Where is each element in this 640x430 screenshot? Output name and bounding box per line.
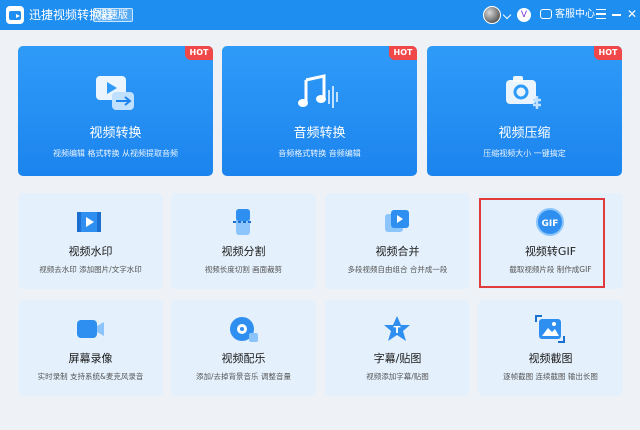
tool-card-subtitle-sticker[interactable]: T 字幕/贴图 视频添加字幕/贴图 — [325, 300, 470, 396]
tool-subtitle: 视频长度切割 画面裁剪 — [204, 265, 283, 274]
tool-subtitle: 逐帧截图 连续截图 输出长图 — [503, 372, 598, 381]
video-watermark-icon — [77, 212, 101, 232]
video-screenshot-icon — [535, 315, 565, 343]
video-convert-icon — [96, 76, 134, 110]
chat-bubble-icon[interactable] — [540, 9, 552, 19]
subtitle-sticker-icon: T — [384, 316, 410, 341]
tool-title: 视频分割 — [221, 245, 266, 258]
minimize-icon[interactable] — [612, 14, 621, 16]
tool-card-video-screenshot[interactable]: 视频截图 逐帧截图 连续截图 输出长图 — [478, 300, 623, 396]
app-logo-icon — [6, 6, 24, 24]
video-split-icon — [233, 209, 253, 235]
svg-text:T: T — [394, 325, 401, 336]
tool-card-video-watermark[interactable]: 视频水印 视频去水印 添加图片/文字水印 — [18, 193, 163, 289]
feature-title: 视频压缩 — [498, 126, 551, 141]
feature-title: 视频转换 — [89, 126, 142, 141]
highlight-box — [479, 198, 605, 288]
hot-badge: HOT — [185, 46, 213, 60]
tool-card-video-split[interactable]: 视频分割 视频长度切割 画面裁剪 — [171, 193, 316, 289]
tool-title: 视频水印 — [68, 245, 113, 258]
tool-title: 视频截图 — [528, 352, 573, 365]
feature-title: 音频转换 — [293, 126, 346, 141]
tool-subtitle: 视频去水印 添加图片/文字水印 — [39, 265, 142, 274]
tool-title: 视频配乐 — [221, 352, 266, 365]
tool-subtitle: 视频添加字幕/贴图 — [366, 372, 429, 381]
hot-badge: HOT — [594, 46, 622, 60]
edition-badge: 极速版 — [93, 8, 133, 22]
feature-card-audio-convert[interactable]: HOT 音频转换 音频格式转换 音频编辑 — [222, 46, 417, 176]
tool-card-screen-record[interactable]: 屏幕录像 实时录制 支持系统&麦克风录音 — [18, 300, 163, 396]
menu-icon[interactable] — [596, 9, 606, 19]
camera-compress-icon — [506, 76, 541, 109]
music-note-icon — [298, 74, 338, 108]
feature-card-video-convert[interactable]: HOT 视频转换 视频编辑 格式转换 从视频提取音频 — [18, 46, 213, 176]
feature-subtitle: 视频编辑 格式转换 从视频提取音频 — [52, 149, 179, 158]
avatar[interactable] — [483, 6, 501, 24]
service-center-button[interactable]: 客服中心 — [555, 8, 595, 22]
screen-record-icon — [77, 320, 104, 338]
tool-subtitle: 多段视频自由组合 合并成一段 — [347, 265, 448, 274]
video-merge-icon — [385, 210, 409, 232]
video-music-icon — [230, 317, 258, 342]
feature-card-video-compress[interactable]: HOT 视频压缩 压缩视频大小 一键搞定 — [427, 46, 622, 176]
feature-subtitle: 压缩视频大小 一键搞定 — [483, 149, 566, 158]
close-icon[interactable]: ✕ — [627, 8, 637, 20]
vip-icon[interactable]: V — [517, 8, 531, 22]
tool-card-video-merge[interactable]: 视频合并 多段视频自由组合 合并成一段 — [325, 193, 470, 289]
tool-subtitle: 添加/去掉背景音乐 调整音量 — [196, 372, 291, 381]
title-bar: 迅捷视频转换器 极速版 V 客服中心 ✕ — [0, 0, 640, 30]
tool-subtitle: 实时录制 支持系统&麦克风录音 — [37, 372, 144, 381]
tool-title: 屏幕录像 — [68, 352, 113, 365]
chevron-down-icon[interactable] — [502, 10, 512, 20]
tool-card-video-music[interactable]: 视频配乐 添加/去掉背景音乐 调整音量 — [171, 300, 316, 396]
feature-subtitle: 音频格式转换 音频编辑 — [278, 149, 361, 158]
tool-title: 字幕/贴图 — [373, 352, 422, 365]
hot-badge: HOT — [389, 46, 417, 60]
tool-title: 视频合并 — [375, 245, 420, 258]
